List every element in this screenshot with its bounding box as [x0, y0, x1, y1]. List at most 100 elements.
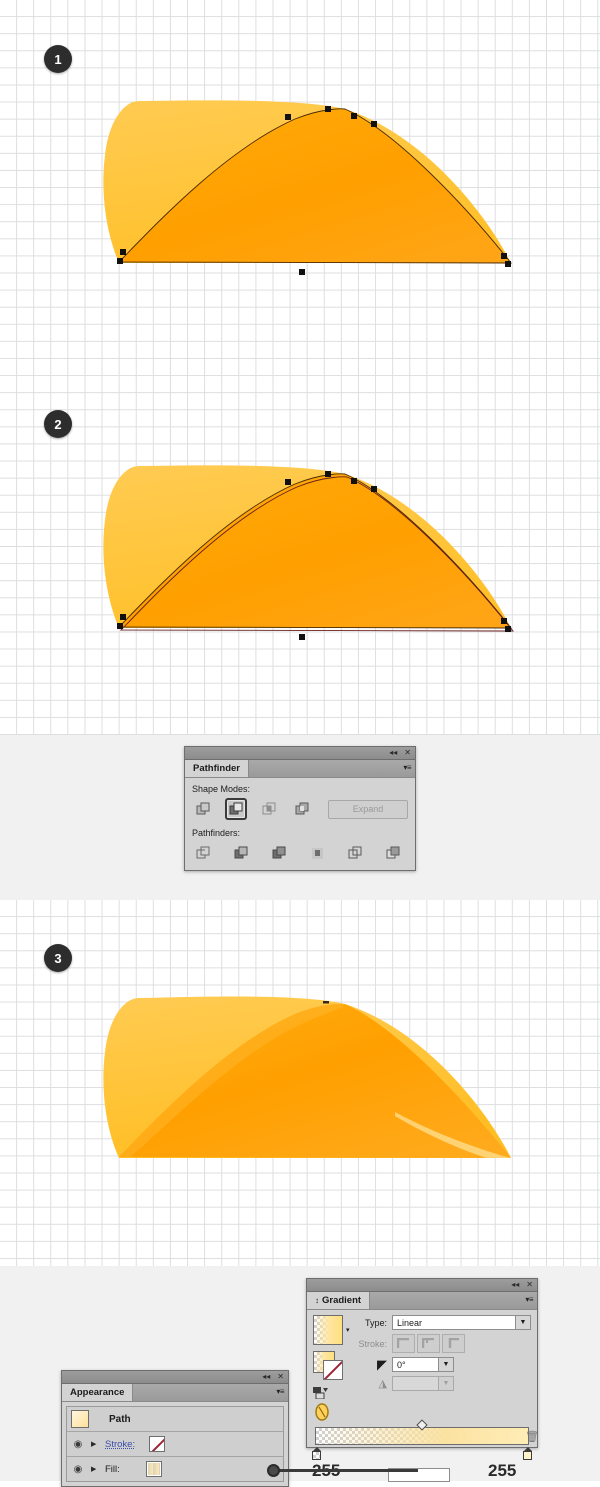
- fill-swatch-gradient[interactable]: [145, 1461, 162, 1477]
- step-badge-1: 1: [44, 45, 72, 73]
- gradient-tab-label: Gradient: [322, 1295, 362, 1306]
- gradient-ramp[interactable]: [312, 1419, 532, 1460]
- shape-mode-intersect-button[interactable]: [258, 798, 280, 820]
- stop-color-swatch: [312, 1451, 321, 1460]
- stroke-proxy-none[interactable]: [323, 1360, 343, 1380]
- type-select[interactable]: Linear ▼: [392, 1315, 531, 1330]
- appearance-row-path[interactable]: Path: [67, 1407, 283, 1432]
- unite-icon: [196, 802, 209, 814]
- appearance-row-stroke[interactable]: ◉ ▶ Stroke:: [67, 1432, 283, 1457]
- pathfinder-crop-button[interactable]: [306, 842, 328, 864]
- minus-back-icon: [386, 846, 399, 858]
- gradient-panel[interactable]: ◂◂ ✕ ↕ Gradient ▾≡ ▾ Type: Linear ▼ Stro…: [306, 1278, 539, 1460]
- angle-row: ◤ 0° ▼: [357, 1357, 531, 1372]
- shape-mode-unite-button[interactable]: [192, 798, 214, 820]
- stroke-along-icon: [422, 1338, 434, 1348]
- fill-label: Fill:: [105, 1463, 120, 1475]
- pathfinder-body: Shape Modes: Expand Pathfinders:: [185, 778, 415, 870]
- gradient-stop-left[interactable]: [312, 1447, 321, 1460]
- appearance-titlebar: ◂◂ ✕: [62, 1371, 288, 1384]
- crop-icon: [311, 847, 323, 859]
- angle-icon: ◤: [377, 1357, 387, 1372]
- stroke-swatch-none[interactable]: [149, 1436, 166, 1452]
- appearance-tab-label: Appearance: [70, 1387, 125, 1398]
- collapse-icon[interactable]: ◂◂: [262, 1373, 270, 1381]
- type-row: Type: Linear ▼: [357, 1315, 531, 1330]
- gradient-tool-icon[interactable]: [313, 1403, 331, 1421]
- stroke-row: Stroke:: [357, 1334, 531, 1353]
- artwork-step-3: [103, 996, 511, 1158]
- pathfinder-minus-back-button[interactable]: [382, 842, 404, 864]
- expand-label: Expand: [352, 804, 384, 814]
- aspect-input: ▼: [392, 1376, 454, 1391]
- divide-icon: [196, 846, 209, 858]
- tab-pathfinder[interactable]: Pathfinder: [185, 760, 249, 777]
- angle-input[interactable]: 0° ▼: [392, 1357, 454, 1372]
- panel-menu-icon[interactable]: ▾≡: [403, 763, 411, 772]
- stroke-within-icon: [397, 1338, 409, 1348]
- shape-modes-row: Expand: [192, 798, 408, 820]
- artwork-step-1: [103, 100, 512, 275]
- aspect-row: ◮ ▼: [357, 1376, 531, 1391]
- panel-menu-icon[interactable]: ▾≡: [276, 1387, 284, 1396]
- collapse-icon[interactable]: ◂◂: [511, 1281, 519, 1289]
- gradient-stop-right-opacity: 255: [488, 1461, 517, 1480]
- visibility-eye-icon[interactable]: ◉: [71, 1464, 85, 1475]
- stroke-within-button[interactable]: [392, 1334, 415, 1353]
- type-value: Linear: [397, 1317, 423, 1328]
- pathfinders-label: Pathfinders:: [192, 828, 241, 838]
- stroke-label: Stroke:: [358, 1338, 387, 1349]
- dock-grip-icon: ↕: [315, 1296, 319, 1305]
- tab-appearance[interactable]: Appearance: [62, 1384, 134, 1401]
- merge-icon: [272, 846, 285, 858]
- expand-button[interactable]: Expand: [328, 799, 408, 819]
- visibility-eye-icon[interactable]: ◉: [71, 1439, 85, 1450]
- appearance-row-fill[interactable]: ◉ ▶ Fill:: [67, 1457, 283, 1481]
- chevron-down-icon[interactable]: ▼: [515, 1316, 530, 1329]
- callout-connector-dot: [267, 1464, 280, 1477]
- stroke-across-icon: [448, 1338, 459, 1348]
- gradient-body: ▾ Type: Linear ▼ Stroke: ◤ 0° ▼ ◮ ▼: [307, 1310, 537, 1427]
- pathfinder-trim-button[interactable]: [230, 842, 252, 864]
- stroke-along-button[interactable]: [417, 1334, 440, 1353]
- disclosure-triangle-icon[interactable]: ▶: [91, 1465, 99, 1473]
- pathfinder-tab-label: Pathfinder: [193, 763, 240, 774]
- pathfinder-tabrow: Pathfinder ▾≡: [185, 760, 415, 778]
- shape-mode-exclude-button[interactable]: [291, 798, 313, 820]
- step-badge-2: 2: [44, 410, 72, 438]
- step-badge-3: 3: [44, 944, 72, 972]
- gradient-right-column: Type: Linear ▼ Stroke: ◤ 0° ▼ ◮ ▼: [353, 1315, 531, 1423]
- pathfinder-panel[interactable]: ◂◂ ✕ Pathfinder ▾≡ Shape Modes: Expand P…: [184, 746, 416, 871]
- outline-icon: [348, 846, 361, 858]
- gradient-left-column: ▾: [313, 1315, 353, 1423]
- pathfinder-titlebar: ◂◂ ✕: [185, 747, 415, 760]
- appearance-panel[interactable]: ◂◂ ✕ Appearance ▾≡ Path ◉ ▶ Stroke: ◉ ▶ …: [61, 1370, 289, 1487]
- shape-modes-label: Shape Modes:: [192, 784, 251, 794]
- stroke-label[interactable]: Stroke:: [105, 1439, 135, 1450]
- gradient-ramp-area: 🗑: [307, 1419, 539, 1460]
- appearance-tabrow: Appearance ▾≡: [62, 1384, 288, 1402]
- swatch-dropdown-icon[interactable]: ▾: [346, 1326, 350, 1334]
- stroke-across-button[interactable]: [442, 1334, 465, 1353]
- disclosure-triangle-icon[interactable]: ▶: [91, 1440, 99, 1448]
- gradient-preview-swatch[interactable]: [313, 1315, 343, 1345]
- callout-connector-line: [278, 1469, 418, 1472]
- delete-stop-icon[interactable]: 🗑: [525, 1430, 539, 1443]
- pathfinder-outline-button[interactable]: [344, 842, 366, 864]
- pathfinder-divide-button[interactable]: [192, 842, 214, 864]
- shape-mode-minus-front-button[interactable]: [225, 798, 247, 820]
- exclude-icon: [295, 802, 308, 814]
- color-mode-icon[interactable]: [313, 1387, 333, 1400]
- panel-menu-icon[interactable]: ▾≡: [525, 1295, 533, 1304]
- close-icon[interactable]: ✕: [526, 1281, 533, 1289]
- collapse-icon[interactable]: ◂◂: [389, 749, 397, 757]
- fill-stroke-proxy[interactable]: [313, 1351, 347, 1381]
- angle-dropdown-icon[interactable]: ▼: [438, 1358, 453, 1371]
- close-icon[interactable]: ✕: [404, 749, 411, 757]
- stop-color-swatch: [523, 1451, 532, 1460]
- pathfinder-merge-button[interactable]: [268, 842, 290, 864]
- close-icon[interactable]: ✕: [277, 1373, 284, 1381]
- gradient-tool-icons: [313, 1387, 353, 1423]
- tab-gradient[interactable]: ↕ Gradient: [307, 1292, 371, 1309]
- gradient-stop-right[interactable]: [523, 1447, 532, 1460]
